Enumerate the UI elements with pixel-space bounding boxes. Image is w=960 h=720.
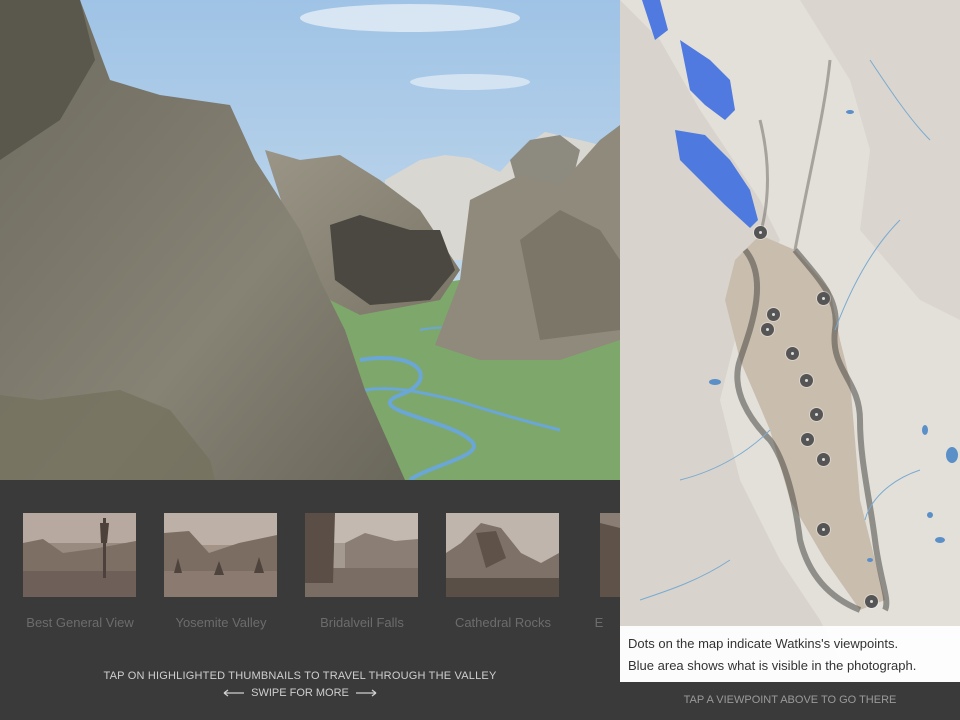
thumbnail-caption: E: [594, 615, 604, 630]
legend-dots-text: Dots on the map indicate Watkins's viewp…: [628, 636, 899, 651]
terrain-3d-view[interactable]: [0, 0, 620, 480]
viewpoint-dot-icon[interactable]: [761, 323, 774, 336]
photo-yosemite-valley: [164, 513, 277, 597]
viewpoint-dot-icon[interactable]: [800, 374, 813, 387]
thumbnail-yosemite-valley[interactable]: Yosemite Valley: [164, 513, 278, 630]
viewpoint-dot-icon[interactable]: [817, 292, 830, 305]
photo-cathedral-rocks: [446, 513, 559, 597]
swipe-hint: SWIPE FOR MORE: [0, 687, 600, 699]
viewpoint-dot-icon[interactable]: [801, 433, 814, 446]
swipe-label: SWIPE FOR MORE: [251, 687, 349, 699]
thumbnail-best-general-view[interactable]: Best General View: [23, 513, 137, 630]
viewpoint-dot-icon[interactable]: [810, 408, 823, 421]
thumbnail-caption: Bridalveil Falls: [320, 615, 404, 630]
viewpoint-dot-icon[interactable]: [786, 347, 799, 360]
thumbnail-caption: Best General View: [26, 615, 134, 630]
map-legend: Dots on the map indicate Watkins's viewp…: [620, 626, 960, 682]
photo-partial: [600, 513, 620, 597]
arrow-right-icon: [355, 689, 377, 697]
legend-blue-text: Blue area shows what is visible in the p…: [628, 658, 917, 673]
travel-hint: TAP ON HIGHLIGHTED THUMBNAILS TO TRAVEL …: [103, 670, 497, 682]
thumbnail-bridalveil-falls[interactable]: Bridalveil Falls: [305, 513, 419, 630]
thumbnail-caption: Yosemite Valley: [175, 615, 267, 630]
photo-best-general-view: [23, 513, 136, 597]
viewpoint-dot-icon[interactable]: [754, 226, 767, 239]
thumbnail-cathedral-rocks[interactable]: Cathedral Rocks: [446, 513, 560, 630]
arrow-left-icon: [223, 689, 245, 697]
viewpoint-dot-icon[interactable]: [865, 595, 878, 608]
viewpoint-dot-icon[interactable]: [767, 308, 780, 321]
thumbnail-partial[interactable]: E: [595, 513, 620, 630]
relief-map: [620, 0, 960, 720]
thumbnail-strip[interactable]: Best General View Yosemite Valley Bridal…: [0, 480, 620, 720]
map-footer-hint: TAP A VIEWPOINT ABOVE TO GO THERE: [620, 682, 960, 720]
terrain-scene: [0, 0, 620, 480]
map-panel[interactable]: Dots on the map indicate Watkins's viewp…: [620, 0, 960, 720]
viewpoint-dot-icon[interactable]: [817, 453, 830, 466]
viewpoint-dot-icon[interactable]: [817, 523, 830, 536]
photo-bridalveil-falls: [305, 513, 418, 597]
